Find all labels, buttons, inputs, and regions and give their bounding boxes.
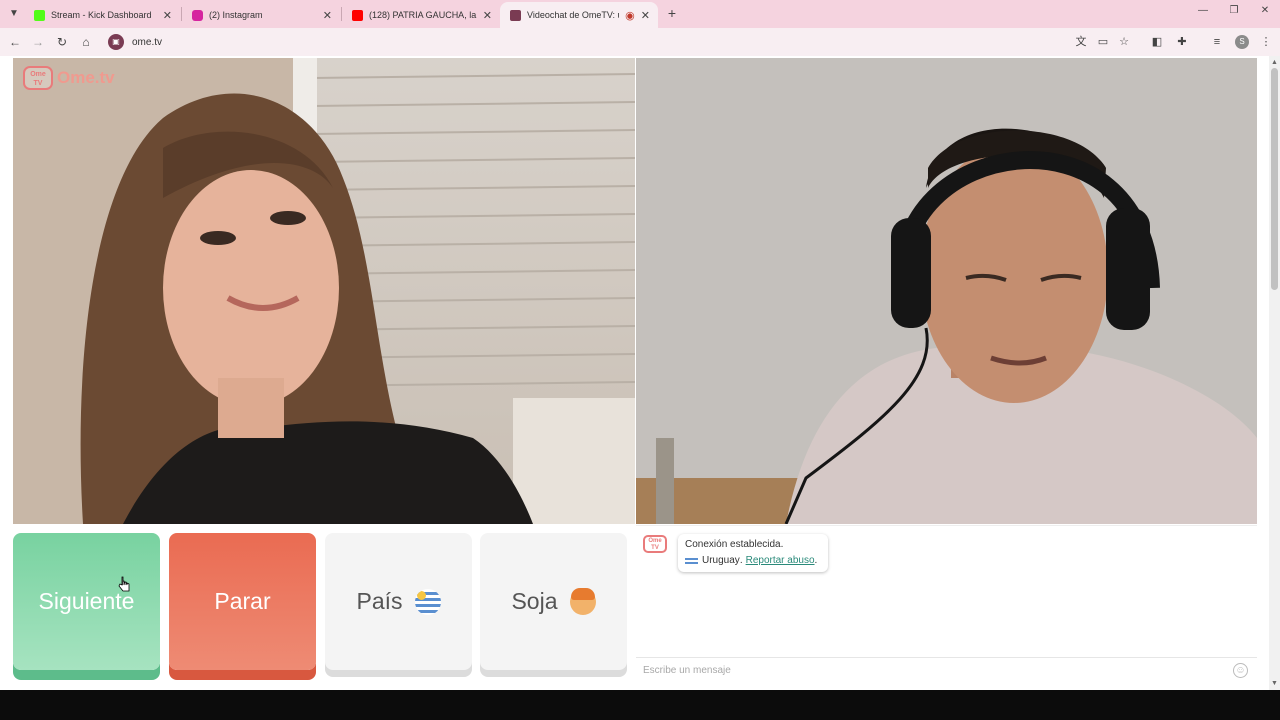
logo-badge-icon: Ome TV (23, 66, 53, 90)
hand-cursor-icon (118, 576, 130, 592)
extension-icon[interactable]: ◧ (1150, 35, 1164, 49)
separator-text: . (739, 555, 743, 566)
close-window-icon[interactable]: ✕ (1257, 5, 1273, 16)
close-tab-icon[interactable]: ✕ (483, 9, 492, 22)
media-control-icon[interactable]: ≡ (1210, 35, 1224, 49)
profile-avatar[interactable]: S (1235, 35, 1249, 49)
close-tab-icon[interactable]: ✕ (163, 9, 172, 22)
stop-button-label: Parar (214, 588, 271, 614)
gender-button[interactable]: Soja (480, 533, 627, 670)
url-text[interactable]: ome.tv (132, 37, 162, 48)
period-text: . (814, 555, 818, 566)
ometv-favicon-icon (510, 9, 521, 21)
message-input-placeholder: Escribe un mensaje (643, 664, 731, 676)
boy-face-icon (569, 587, 596, 615)
chat-panel: Ome TV Conexión establecida. Uruguay . R… (636, 525, 1257, 681)
tab-title: (2) Instagram (209, 10, 263, 20)
stranger-video: Ome TV Ome.tv (13, 58, 635, 524)
logo-text: Ome.tv (57, 68, 115, 87)
tab-title: Stream - Kick Dashboard (51, 10, 152, 20)
system-avatar-icon: Ome TV (643, 535, 667, 553)
instagram-favicon-icon (192, 9, 203, 21)
tab-search-icon[interactable]: ▼ (6, 6, 22, 22)
menu-kebab-icon[interactable]: ⋮ (1259, 35, 1273, 49)
browser-toolbar: ← → ↻ ⌂ ▣ ome.tv 文 ▭ ☆ ◧ ✚ ≡ S ⋮ (0, 28, 1280, 56)
back-icon[interactable]: ← (7, 34, 23, 50)
country-name: Uruguay (702, 555, 740, 566)
site-info-icon[interactable]: ▣ (108, 34, 124, 50)
country-button[interactable]: País (325, 533, 472, 670)
new-tab-icon[interactable]: + (664, 5, 680, 21)
scroll-up-icon[interactable]: ▲ (1270, 58, 1279, 67)
puzzle-icon[interactable]: ✚ (1175, 35, 1189, 49)
system-message: Conexión establecida. Uruguay . Reportar… (678, 534, 828, 572)
youtube-favicon-icon (352, 9, 363, 21)
scroll-down-icon[interactable]: ▼ (1270, 679, 1279, 688)
emoji-picker-icon[interactable]: ☺ (1233, 663, 1248, 678)
tab-title: Videochat de OmeTV: una (527, 10, 619, 20)
stop-button[interactable]: Parar (169, 533, 316, 670)
tab-ometv[interactable]: Videochat de OmeTV: una ◉ ✕ (500, 2, 658, 28)
next-button[interactable]: Siguiente (13, 533, 160, 670)
restore-icon[interactable]: ❐ (1226, 5, 1242, 16)
next-button-label: Siguiente (38, 588, 135, 614)
stranger-video-frame (13, 58, 635, 524)
page-scrollbar[interactable]: ▲ ▼ (1269, 56, 1280, 690)
self-video-frame (636, 58, 1257, 524)
bookmark-star-icon[interactable]: ☆ (1117, 35, 1131, 49)
ometv-page: Ome TV Ome.tv Siguiente Parar País Soja … (0, 56, 1280, 690)
tab-youtube[interactable]: (128) PATRIA GAUCHA, la fiesta ✕ (342, 2, 500, 28)
scroll-thumb[interactable] (1271, 68, 1278, 290)
address-bar[interactable]: ▣ ome.tv (104, 31, 1264, 53)
cast-icon[interactable]: ▭ (1096, 35, 1110, 49)
uruguay-flag-icon (414, 588, 441, 615)
report-abuse-link[interactable]: Reportar abuso (746, 555, 815, 566)
forward-icon[interactable]: → (30, 34, 46, 50)
close-tab-icon[interactable]: ✕ (323, 9, 332, 22)
uruguay-flag-icon (685, 555, 698, 566)
tab-title: (128) PATRIA GAUCHA, la fiesta (369, 10, 477, 20)
self-video (636, 58, 1257, 524)
tab-kick[interactable]: Stream - Kick Dashboard ✕ (24, 2, 180, 28)
ometv-logo[interactable]: Ome TV Ome.tv (23, 66, 115, 90)
home-icon[interactable]: ⌂ (78, 34, 94, 50)
reload-icon[interactable]: ↻ (54, 34, 70, 50)
translate-icon[interactable]: 文 (1074, 35, 1088, 49)
message-input[interactable]: Escribe un mensaje ☺ (636, 657, 1257, 682)
country-button-label: País (356, 588, 403, 614)
connection-status-text: Conexión establecida. (685, 539, 784, 550)
kick-favicon-icon (34, 9, 45, 21)
minimize-icon[interactable]: — (1195, 5, 1211, 16)
recording-indicator-icon: ◉ (625, 9, 635, 22)
tab-instagram[interactable]: (2) Instagram ✕ (182, 2, 340, 28)
close-tab-icon[interactable]: ✕ (641, 9, 650, 22)
tab-bar: ▼ Stream - Kick Dashboard ✕ (2) Instagra… (0, 0, 1280, 28)
gender-button-label: Soja (511, 588, 558, 614)
